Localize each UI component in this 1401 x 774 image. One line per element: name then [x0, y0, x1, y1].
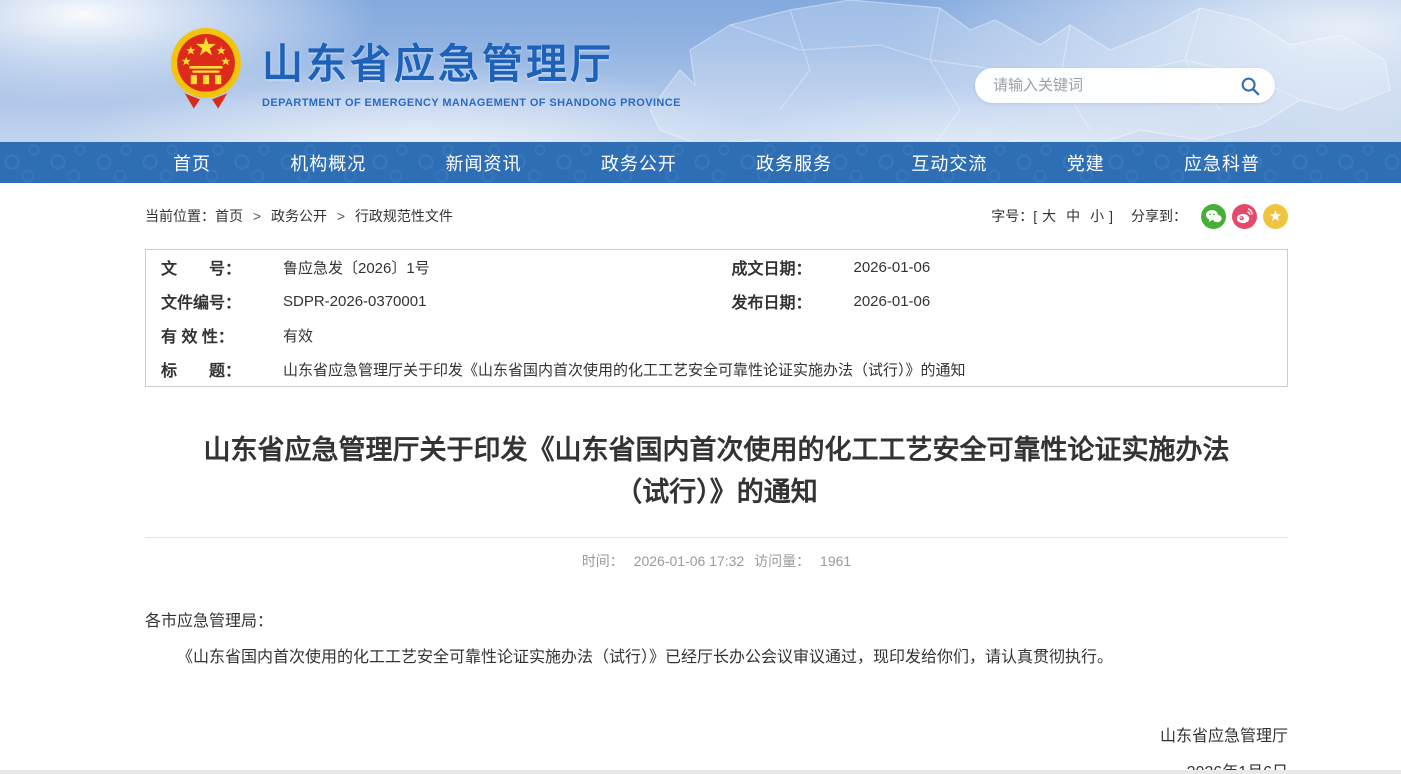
- doc-number-value: 鲁应急发〔2026〕1号: [261, 257, 430, 278]
- share-qzone-star-icon[interactable]: ★: [1263, 204, 1288, 229]
- breadcrumb-prefix: 当前位置：: [145, 208, 215, 224]
- search-icon[interactable]: [1239, 75, 1261, 97]
- site-title-en: DEPARTMENT OF EMERGENCY MANAGEMENT OF SH…: [262, 97, 681, 109]
- visits-label: 访问量：: [754, 553, 810, 569]
- table-row: 有 效 性： 有效: [146, 318, 1287, 352]
- article-title-line1: 山东省应急管理厅关于印发《山东省国内首次使用的化工工艺安全可靠性论证实施办法: [204, 435, 1230, 465]
- table-row: 文件编号： SDPR-2026-0370001 发布日期： 2026-01-06: [146, 284, 1287, 318]
- site-title: 山东省应急管理厅: [262, 30, 681, 90]
- breadcrumb-row: 当前位置：首页 > 政务公开 > 行政规范性文件 字号： [ 大 中 小 ] 分…: [145, 183, 1288, 249]
- breadcrumb-separator: >: [337, 208, 345, 224]
- validity-value: 有效: [261, 325, 313, 346]
- nav-item-interact[interactable]: 互动交流: [911, 150, 987, 176]
- signature-block: 山东省应急管理厅 2026年1月6日: [145, 719, 1288, 774]
- nav-items: 首页 机构概况 新闻资讯 政务公开 政务服务 互动交流 党建 应急科普: [145, 142, 1288, 183]
- nav-item-home[interactable]: 首页: [173, 150, 211, 176]
- doc-number-cell: 文 号： 鲁应急发〔2026〕1号: [146, 255, 717, 279]
- site-titles: 山东省应急管理厅 DEPARTMENT OF EMERGENCY MANAGEM…: [262, 30, 681, 109]
- table-row: 文 号： 鲁应急发〔2026〕1号 成文日期： 2026-01-06: [146, 250, 1287, 284]
- nav-item-about[interactable]: 机构概况: [290, 150, 366, 176]
- article-title: 山东省应急管理厅关于印发《山东省国内首次使用的化工工艺安全可靠性论证实施办法 （…: [145, 429, 1288, 513]
- article-paragraph: 《山东省国内首次使用的化工工艺安全可靠性论证实施办法（试行）》已经厅长办公会议审…: [145, 643, 1288, 673]
- font-size-large[interactable]: 大: [1042, 206, 1056, 226]
- star-glyph: ★: [1269, 209, 1282, 224]
- time-label: 时间：: [582, 553, 624, 569]
- nav-item-science[interactable]: 应急科普: [1184, 150, 1260, 176]
- document-info-table: 文 号： 鲁应急发〔2026〕1号 成文日期： 2026-01-06 文件编号：…: [145, 249, 1288, 387]
- signature-name: 山东省应急管理厅: [145, 719, 1288, 755]
- publish-date-label: 发布日期：: [717, 289, 832, 313]
- nav-item-party[interactable]: 党建: [1067, 150, 1105, 176]
- share-label: 分享到：: [1131, 206, 1187, 226]
- bracket-open: [: [1033, 208, 1037, 224]
- doc-number-label: 文 号：: [146, 255, 261, 279]
- file-code-cell: 文件编号： SDPR-2026-0370001: [146, 289, 717, 313]
- page-tools: 字号： [ 大 中 小 ] 分享到：: [991, 204, 1288, 229]
- breadcrumb-gov-open[interactable]: 政务公开: [271, 208, 327, 224]
- visits-value: 1961: [820, 553, 851, 569]
- written-date-label: 成文日期：: [717, 255, 832, 279]
- article-body: 各市应急管理局： 《山东省国内首次使用的化工工艺安全可靠性论证实施办法（试行）》…: [145, 607, 1288, 774]
- main-nav: 首页 机构概况 新闻资讯 政务公开 政务服务 互动交流 党建 应急科普: [0, 142, 1401, 183]
- salutation: 各市应急管理局：: [145, 607, 1288, 637]
- table-row: 标 题： 山东省应急管理厅关于印发《山东省国内首次使用的化工工艺安全可靠性论证实…: [146, 352, 1287, 386]
- share-wechat-icon[interactable]: [1201, 204, 1226, 229]
- share-weibo-icon[interactable]: [1232, 204, 1257, 229]
- publish-date-cell: 发布日期： 2026-01-06: [717, 289, 1288, 313]
- nav-item-gov-open[interactable]: 政务公开: [601, 150, 677, 176]
- font-size-small[interactable]: 小: [1090, 206, 1104, 226]
- nav-item-gov-serv[interactable]: 政务服务: [756, 150, 832, 176]
- doc-title-cell: 标 题： 山东省应急管理厅关于印发《山东省国内首次使用的化工工艺安全可靠性论证实…: [146, 357, 1287, 381]
- nav-item-news[interactable]: 新闻资讯: [446, 150, 522, 176]
- publish-date-value: 2026-01-06: [832, 293, 931, 310]
- page-content: 当前位置：首页 > 政务公开 > 行政规范性文件 字号： [ 大 中 小 ] 分…: [145, 183, 1288, 774]
- font-size-label: 字号：: [991, 206, 1033, 226]
- file-code-value: SDPR-2026-0370001: [261, 293, 426, 310]
- validity-label: 有 效 性：: [146, 323, 261, 347]
- time-value: 2026-01-06 17:32: [634, 553, 745, 569]
- breadcrumb-separator: >: [253, 208, 261, 224]
- breadcrumb: 当前位置：首页 > 政务公开 > 行政规范性文件: [145, 206, 453, 226]
- file-code-label: 文件编号：: [146, 289, 261, 313]
- site-header: 山东省应急管理厅 DEPARTMENT OF EMERGENCY MANAGEM…: [0, 0, 1401, 142]
- national-emblem-icon: [168, 26, 244, 112]
- site-brand[interactable]: 山东省应急管理厅 DEPARTMENT OF EMERGENCY MANAGEM…: [168, 26, 681, 112]
- doc-title-value: 山东省应急管理厅关于印发《山东省国内首次使用的化工工艺安全可靠性论证实施办法（试…: [261, 359, 966, 380]
- written-date-cell: 成文日期： 2026-01-06: [717, 255, 1288, 279]
- written-date-value: 2026-01-06: [832, 259, 931, 276]
- footer-divider: [0, 770, 1401, 774]
- validity-cell: 有 效 性： 有效: [146, 323, 1287, 347]
- search-input[interactable]: [993, 77, 1239, 94]
- breadcrumb-home[interactable]: 首页: [215, 208, 243, 224]
- font-size-medium[interactable]: 中: [1066, 206, 1080, 226]
- breadcrumb-current[interactable]: 行政规范性文件: [355, 208, 453, 224]
- article-meta-line: 时间： 2026-01-06 17:32 访问量： 1961: [145, 537, 1288, 571]
- bracket-close: ]: [1109, 208, 1113, 224]
- doc-title-label: 标 题：: [146, 357, 261, 381]
- article-title-line2: （试行）》的通知: [615, 477, 818, 507]
- search-box: [975, 68, 1275, 103]
